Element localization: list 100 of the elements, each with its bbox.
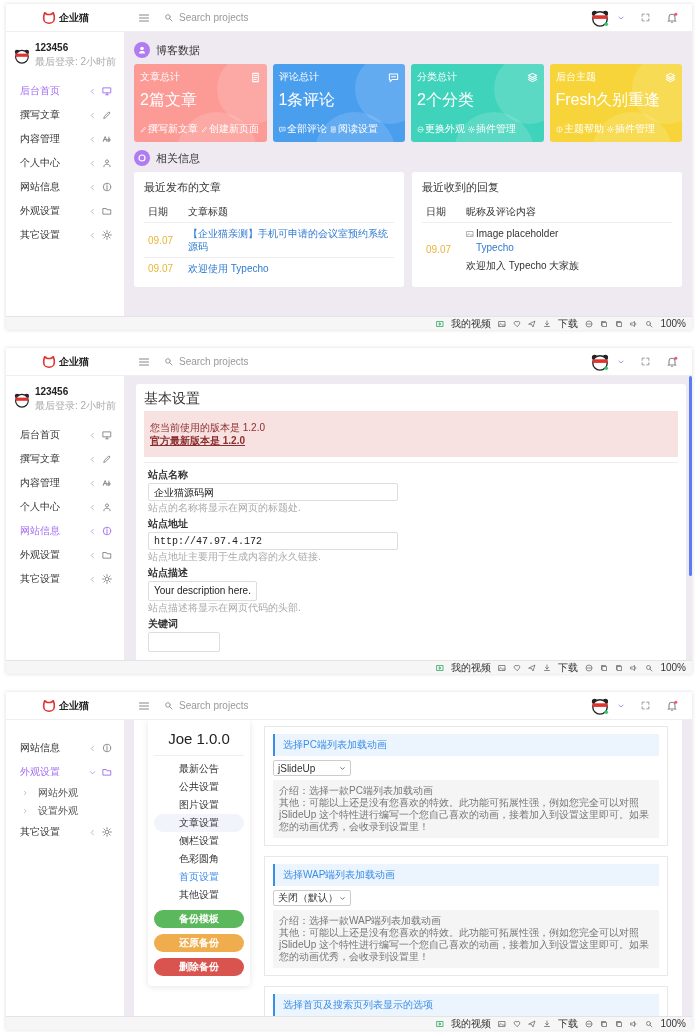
submenu-item[interactable]: 设置外观 — [14, 802, 116, 820]
status-text[interactable]: 我的视频 — [451, 1017, 492, 1030]
bell-icon[interactable] — [666, 355, 678, 368]
field-hint: 站点的名称将显示在网页的标题处. — [148, 501, 301, 514]
copy-icon[interactable] — [600, 319, 609, 328]
bell-icon[interactable] — [666, 11, 678, 24]
send-icon[interactable] — [528, 663, 537, 672]
image-icon[interactable] — [498, 663, 507, 672]
submenu-item[interactable]: 网站外观 — [14, 784, 116, 802]
play-icon[interactable] — [436, 1019, 445, 1028]
input-field[interactable]: Your description here. — [148, 581, 257, 601]
sidebar-item[interactable]: 其它设置 — [14, 567, 116, 591]
field-hint: 站点描述将显示在网页代码的头部. — [148, 601, 301, 614]
gear-icon — [102, 574, 112, 584]
copy-icon[interactable] — [600, 1019, 609, 1028]
status-text[interactable]: 下载 — [558, 661, 579, 674]
sidebar-item[interactable]: 后台首页 — [14, 423, 116, 447]
input-field[interactable]: http://47.97.4.172 — [148, 532, 398, 550]
image-icon[interactable] — [498, 1019, 507, 1028]
sidebar-item[interactable]: 网站信息 — [14, 519, 116, 543]
sidebar-item[interactable]: 网站信息 — [14, 175, 116, 199]
sidebar-item[interactable]: 个人中心 — [14, 495, 116, 519]
send-icon[interactable] — [528, 1019, 537, 1028]
avatar-icon[interactable] — [591, 696, 609, 715]
theme-nav-item[interactable]: 图片设置 — [154, 796, 244, 814]
heart-icon[interactable] — [513, 319, 522, 328]
status-text[interactable]: 下载 — [558, 1017, 579, 1030]
zoom-level[interactable]: 100% — [660, 317, 686, 330]
theme-nav-item[interactable]: 最新公告 — [154, 760, 244, 778]
menu-icon[interactable] — [138, 11, 150, 24]
search-field[interactable]: Search projects — [179, 12, 379, 23]
sidebar-item[interactable]: 撰写文章 — [14, 447, 116, 471]
sidebar-item[interactable]: 外观设置 — [14, 760, 116, 784]
image-icon[interactable] — [498, 319, 507, 328]
heart-icon[interactable] — [513, 1019, 522, 1028]
input-field[interactable] — [148, 632, 220, 652]
copy-icon[interactable] — [615, 319, 624, 328]
table-cell-text: 09.07 — [426, 243, 453, 256]
post-link[interactable]: 【企业猫亲测】手机可申请的会议室预约系统源码 — [188, 227, 390, 253]
theme-nav-item[interactable]: 侧栏设置 — [154, 832, 244, 850]
expand-icon[interactable] — [641, 357, 650, 366]
sidebar-item[interactable]: 内容管理 — [14, 471, 116, 495]
post-link[interactable]: 欢迎使用 Typecho — [188, 262, 390, 275]
status-text[interactable]: 我的视频 — [451, 661, 492, 674]
sidebar-item[interactable]: 其它设置 — [14, 820, 116, 844]
avatar-icon[interactable] — [591, 8, 609, 27]
copy-icon[interactable] — [615, 1019, 624, 1028]
speaker-icon[interactable] — [630, 1019, 639, 1028]
author-link[interactable]: Typecho — [476, 241, 668, 254]
heart-icon[interactable] — [513, 663, 522, 672]
sidebar-item[interactable]: 内容管理 — [14, 127, 116, 151]
sidebar-item[interactable]: 撰写文章 — [14, 103, 116, 127]
sidebar-item[interactable]: 个人中心 — [14, 151, 116, 175]
download-icon[interactable] — [543, 319, 552, 328]
expand-icon[interactable] — [641, 13, 650, 22]
download-icon[interactable] — [543, 1019, 552, 1028]
bell-icon[interactable] — [666, 699, 678, 712]
menu-icon[interactable] — [138, 699, 150, 712]
search-icon[interactable] — [645, 1019, 654, 1028]
search-icon[interactable] — [645, 663, 654, 672]
option-title: 选择PC端列表加载动画 — [273, 734, 659, 756]
theme-nav-item[interactable]: 首页设置 — [154, 868, 244, 886]
send-icon[interactable] — [528, 319, 537, 328]
zoom-level[interactable]: 100% — [660, 1017, 686, 1030]
theme-nav-item[interactable]: 其他设置 — [154, 886, 244, 904]
sidebar-item[interactable]: 后台首页 — [14, 79, 116, 103]
avatar-icon[interactable] — [591, 352, 609, 371]
input-field[interactable]: 企业猫源码网 — [148, 483, 398, 501]
backup-button[interactable]: 删除备份 — [154, 958, 244, 976]
theme-nav-item[interactable]: 文章设置 — [154, 814, 244, 832]
copy-icon[interactable] — [615, 663, 624, 672]
play-icon[interactable] — [436, 663, 445, 672]
card-value: 1条评论 — [278, 90, 337, 110]
card-title: 最近收到的回复 — [422, 180, 500, 195]
download-icon[interactable] — [543, 663, 552, 672]
theme-nav-item[interactable]: 色彩圆角 — [154, 850, 244, 868]
status-text[interactable]: 我的视频 — [451, 317, 492, 330]
sidebar-item[interactable]: 其它设置 — [14, 223, 116, 247]
sidebar-item[interactable]: 网站信息 — [14, 736, 116, 760]
scrollbar[interactable] — [689, 376, 692, 576]
sidebar-item[interactable]: 外观设置 — [14, 543, 116, 567]
dropdown[interactable]: jSlideUp — [273, 760, 351, 776]
latest-version-link[interactable]: 官方最新版本是 1.2.0 — [150, 434, 246, 447]
expand-icon[interactable] — [641, 701, 650, 710]
copy-icon[interactable] — [600, 663, 609, 672]
sidebar-item[interactable]: 外观设置 — [14, 199, 116, 223]
speaker-icon[interactable] — [630, 319, 639, 328]
search-field[interactable]: Search projects — [179, 356, 379, 367]
search-field[interactable]: Search projects — [179, 700, 379, 711]
search-icon — [164, 357, 173, 366]
section-icon — [134, 42, 150, 58]
menu-icon[interactable] — [138, 355, 150, 368]
chevron-left-icon — [89, 527, 96, 535]
status-text[interactable]: 下载 — [558, 317, 579, 330]
dropdown[interactable]: 关闭（默认） — [273, 890, 351, 906]
play-icon[interactable] — [436, 319, 445, 328]
speaker-icon[interactable] — [630, 663, 639, 672]
theme-nav-item[interactable]: 公共设置 — [154, 778, 244, 796]
zoom-level[interactable]: 100% — [660, 661, 686, 674]
search-icon[interactable] — [645, 319, 654, 328]
